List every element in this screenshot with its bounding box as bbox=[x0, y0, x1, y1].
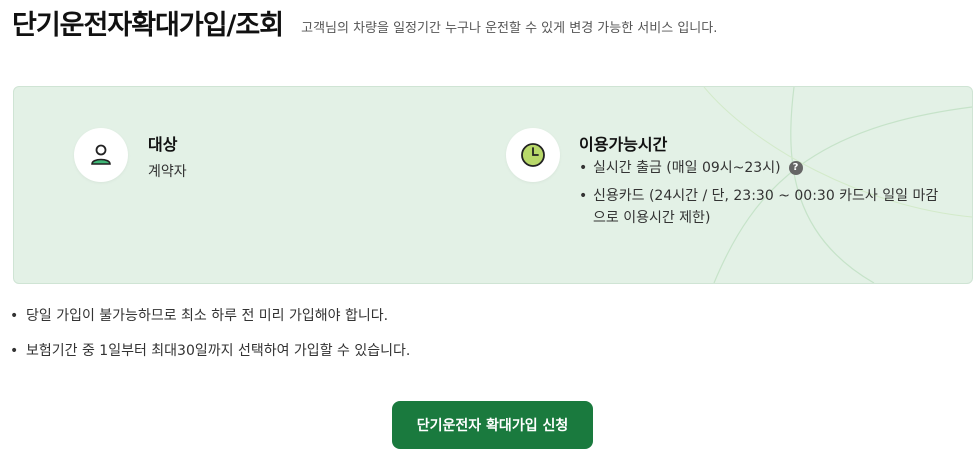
note-item: 보험기간 중 1일부터 최대30일까지 선택하여 가입할 수 있습니다. bbox=[10, 340, 410, 362]
person-icon bbox=[91, 144, 111, 165]
hours-item-realtime: 실시간 출금 (매일 09시~23시) bbox=[593, 160, 781, 176]
help-icon[interactable]: ? bbox=[788, 161, 803, 175]
list-item: 신용카드 (24시간 / 단, 23:30 ~ 00:30 카드사 일일 마감으… bbox=[579, 185, 949, 229]
target-title: 대상 bbox=[148, 135, 178, 154]
hours-item-card: 신용카드 (24시간 / 단, 23:30 ~ 00:30 카드사 일일 마감으… bbox=[593, 188, 939, 226]
info-panel: 대상 계약자 이용가능시간 실시간 출금 (매일 09시~23시)? 신용카드 … bbox=[13, 86, 973, 284]
hours-title: 이용가능시간 bbox=[579, 135, 668, 154]
clock-icon bbox=[521, 143, 545, 167]
hours-list: 실시간 출금 (매일 09시~23시)? 신용카드 (24시간 / 단, 23:… bbox=[579, 157, 949, 229]
target-text: 계약자 bbox=[148, 164, 187, 180]
note-item: 당일 가입이 불가능하므로 최소 하루 전 미리 가입해야 합니다. bbox=[10, 305, 410, 327]
page-header: 단기운전자확대가입/조회 고객님의 차량을 일정기간 누구나 운전할 수 있게 … bbox=[12, 6, 717, 46]
page-description: 고객님의 차량을 일정기간 누구나 운전할 수 있게 변경 가능한 서비스 입니… bbox=[301, 21, 718, 36]
page-title: 단기운전자확대가입/조회 bbox=[12, 10, 284, 41]
notes-list: 당일 가입이 불가능하므로 최소 하루 전 미리 가입해야 합니다. 보험기간 … bbox=[10, 305, 410, 375]
hours-icon-circle bbox=[506, 128, 560, 182]
target-icon-circle bbox=[74, 128, 128, 182]
apply-button[interactable]: 단기운전자 확대가입 신청 bbox=[392, 401, 593, 449]
list-item: 실시간 출금 (매일 09시~23시)? bbox=[579, 157, 949, 179]
